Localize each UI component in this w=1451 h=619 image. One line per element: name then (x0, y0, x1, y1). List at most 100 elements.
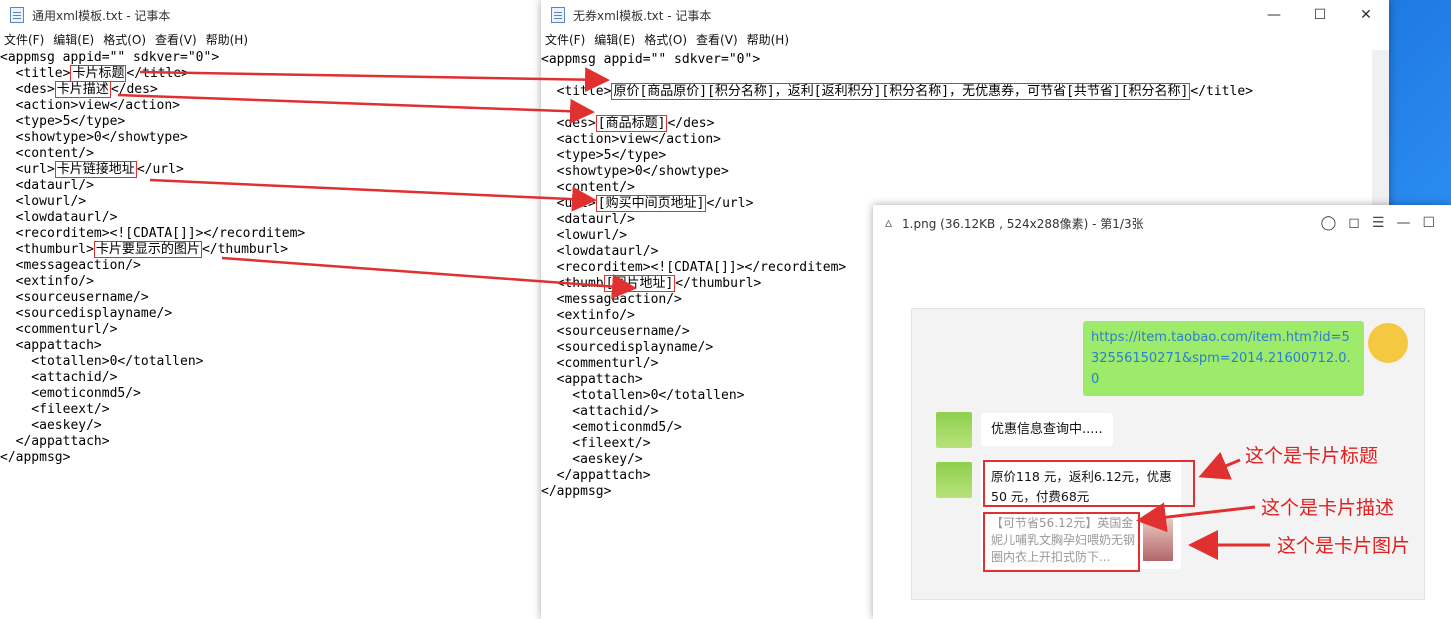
card-image-note: 这个是卡片图片 (1277, 535, 1411, 557)
code-text: <lowurl/> (541, 228, 628, 243)
text-line: <thumburl> 卡片要显示的图片 </thumburl> (0, 241, 289, 258)
code-text: <appmsg appid="" sdkver="0"> (541, 52, 761, 67)
code-text: </des> (110, 82, 158, 97)
menu-format[interactable]: 格式(O) (640, 30, 692, 50)
bot-avatar (936, 462, 972, 498)
minimize-button[interactable]: — (1251, 0, 1297, 30)
text-line: <des> [商品标题] </des> (541, 115, 715, 132)
highlighted-placeholder: [商品标题] (595, 115, 668, 132)
text-line: <emoticonmd5/> (0, 386, 141, 402)
card-thumbnail (1143, 519, 1173, 561)
text-line: <commenturl/> (0, 322, 118, 338)
code-text: </url> (706, 196, 754, 211)
text-line: <action>view</action> (0, 98, 180, 114)
text-line: <messageaction/> (0, 258, 141, 274)
notepad-icon (551, 7, 565, 23)
title-bar[interactable]: 通用xml模板.txt - 记事本 (0, 0, 560, 30)
code-text: <type>5</type> (0, 114, 126, 129)
text-editor[interactable]: <appmsg appid="" sdkver="0"> <title> 卡片标题… (0, 50, 560, 619)
text-line: <url> 卡片链接地址 </url> (0, 161, 184, 178)
menu-icon[interactable]: ☰ (1372, 215, 1385, 231)
text-line: <sourcedisplayname/> (541, 340, 714, 356)
code-text: <content/> (0, 146, 94, 161)
text-line: <content/> (541, 180, 635, 196)
highlighted-placeholder: [图片地址] (603, 275, 676, 292)
code-text: <emoticonmd5/> (541, 420, 682, 435)
highlighted-placeholder: 卡片描述 (54, 81, 111, 98)
maximize-icon[interactable]: ☐ (1422, 215, 1435, 231)
code-text: <dataurl/> (541, 212, 635, 227)
chat-bubble-icon[interactable]: ◯ (1321, 215, 1337, 231)
code-text: <totallen>0</totallen> (0, 354, 204, 369)
text-line: <emoticonmd5/> (541, 420, 682, 436)
code-text: </appmsg> (541, 484, 612, 499)
text-line: <title> 卡片标题 </title> (0, 65, 190, 82)
code-text: <attachid/> (541, 404, 659, 419)
text-line: <appattach> (541, 372, 643, 388)
bot-avatar (936, 412, 972, 448)
viewer-title-bar[interactable]: ▵ 1.png (36.12KB , 524x288像素) - 第1/3张 ◯ … (873, 205, 1451, 241)
code-text: </thumburl> (675, 276, 762, 291)
code-text: <extinfo/> (541, 308, 635, 323)
code-text: </des> (667, 116, 715, 131)
window-title: 无券xml模板.txt - 记事本 (573, 8, 712, 23)
link-text: https://item.taobao.com/item.htm?id=5325… (1091, 330, 1351, 387)
image-viewer-window[interactable]: ▵ 1.png (36.12KB , 524x288像素) - 第1/3张 ◯ … (873, 205, 1451, 619)
code-text: <thumb (541, 276, 604, 291)
text-line: <content/> (0, 146, 94, 162)
menu-edit[interactable]: 编辑(E) (590, 30, 640, 50)
text-line: <title> 原价[商品原价][积分名称]，返利[返利积分][积分名称]，无优惠… (541, 83, 1253, 100)
card-title-note: 这个是卡片标题 (1245, 445, 1379, 467)
text-line: <dataurl/> (541, 212, 635, 228)
menu-format[interactable]: 格式(O) (99, 30, 151, 50)
menu-help[interactable]: 帮助(H) (202, 30, 253, 50)
menu-view[interactable]: 查看(V) (692, 30, 743, 50)
code-text: <url> (541, 196, 596, 211)
menu-file[interactable]: 文件(F) (541, 30, 590, 50)
code-text: </title> (126, 66, 190, 81)
code-text: <totallen>0</totallen> (541, 388, 745, 403)
notepad-window-generic-template[interactable]: 通用xml模板.txt - 记事本 文件(F) 编辑(E) 格式(O) 查看(V… (0, 0, 560, 619)
menu-view[interactable]: 查看(V) (151, 30, 202, 50)
notepad-icon (10, 7, 24, 23)
code-text: <sourceusername/> (0, 290, 149, 305)
card-desc-note: 这个是卡片描述 (1261, 497, 1395, 519)
code-text: <aeskey/> (0, 418, 102, 433)
text-line: <lowdataurl/> (0, 210, 118, 226)
text-line: </appmsg> (541, 484, 611, 500)
code-text: </thumburl> (201, 242, 289, 257)
code-text: </appattach> (541, 468, 651, 483)
query-text: 优惠信息查询中..... (991, 422, 1103, 437)
menu-file[interactable]: 文件(F) (0, 30, 49, 50)
highlighted-placeholder: 卡片标题 (70, 65, 127, 82)
text-line: </appattach> (541, 468, 651, 484)
code-text: </url> (136, 162, 184, 177)
text-line: <attachid/> (541, 404, 658, 420)
title-bar[interactable]: 无券xml模板.txt - 记事本 — ☐ ✕ (541, 0, 1389, 30)
menu-edit[interactable]: 编辑(E) (49, 30, 99, 50)
text-line: <showtype>0</showtype> (0, 130, 188, 146)
code-text: <sourcedisplayname/> (0, 306, 173, 321)
code-text: <action>view</action> (541, 132, 722, 147)
minimize-icon[interactable]: — (1396, 215, 1410, 231)
text-line: <totallen>0</totallen> (0, 354, 204, 370)
code-text: <extinfo/> (0, 274, 94, 289)
shirt-icon[interactable]: ◻ (1348, 215, 1360, 231)
code-text: <lowdataurl/> (0, 210, 118, 225)
text-line: <lowurl/> (541, 228, 627, 244)
text-line: <recorditem><![CDATA[]]></recorditem> (541, 260, 847, 276)
text-line: <sourcedisplayname/> (0, 306, 173, 322)
text-line: <showtype>0</showtype> (541, 164, 729, 180)
highlighted-placeholder: 卡片链接地址 (54, 161, 137, 178)
menu-help[interactable]: 帮助(H) (743, 30, 794, 50)
code-text: <des> (0, 82, 55, 97)
code-text: <commenturl/> (541, 356, 659, 371)
text-line: <appmsg appid="" sdkver="0"> (0, 50, 219, 66)
menu-bar: 文件(F) 编辑(E) 格式(O) 查看(V) 帮助(H) (541, 30, 1389, 50)
text-line: <thumb [图片地址] </thumburl> (541, 275, 762, 292)
close-button[interactable]: ✕ (1343, 0, 1389, 30)
code-text: <attachid/> (0, 370, 118, 385)
highlighted-placeholder: 原价[商品原价][积分名称]，返利[返利积分][积分名称]，无优惠券，可节省[共… (611, 83, 1191, 100)
maximize-button[interactable]: ☐ (1297, 0, 1343, 30)
menu-bar: 文件(F) 编辑(E) 格式(O) 查看(V) 帮助(H) (0, 30, 560, 50)
